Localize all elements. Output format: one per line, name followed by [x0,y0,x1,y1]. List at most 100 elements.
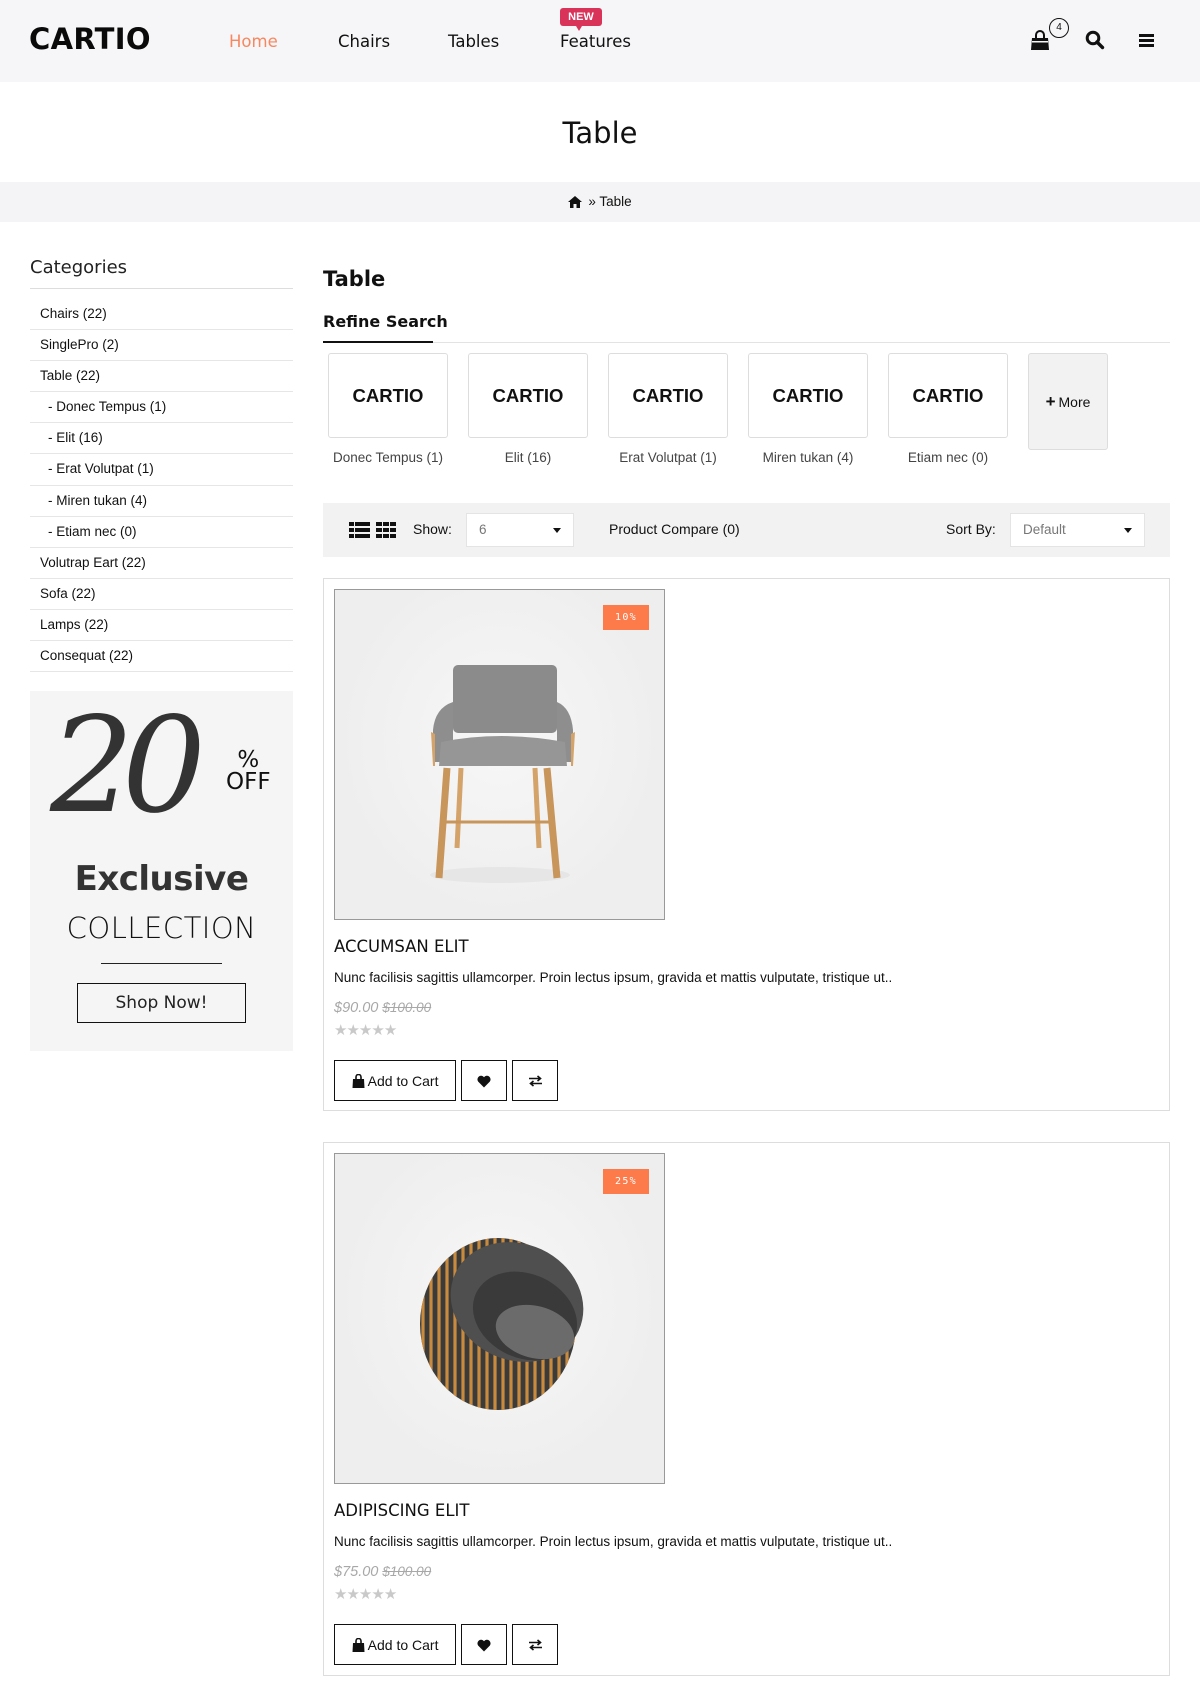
show-select[interactable]: 6 [466,513,574,547]
category-item[interactable]: SinglePro (2) [30,330,293,362]
divider [101,963,222,964]
subcategory-link[interactable]: Elit (16) [458,450,598,465]
exchange-icon [528,1638,542,1651]
nav-home[interactable]: Home [229,32,278,51]
category-item[interactable]: Lamps (22) [30,610,293,642]
search-icon[interactable] [1085,30,1107,52]
star-icon: ★ [346,1586,359,1603]
star-icon: ★ [334,1022,347,1039]
menu-icon[interactable] [1138,30,1160,52]
sort-label: Sort By: [946,521,996,537]
product-name[interactable]: ACCUMSAN ELIT [334,937,469,956]
subcategory-logo[interactable]: CARTIO [888,353,1008,438]
cart-count-badge: 4 [1049,18,1069,38]
product-name[interactable]: ADIPISCING ELIT [334,1501,469,1520]
shopping-bag-icon[interactable] [1030,30,1052,52]
subcategory-link[interactable]: Donec Tempus (1) [318,450,458,465]
nav-tables[interactable]: Tables [448,32,499,51]
breadcrumb-separator: » [588,194,596,209]
compare-button[interactable] [512,1624,558,1665]
product-image[interactable]: 25% [334,1153,665,1484]
star-icon: ★ [358,1586,372,1603]
wishlist-button[interactable] [461,1624,507,1665]
list-view-icon[interactable] [349,522,370,543]
rating-stars: ★★★★★ [334,1021,397,1039]
product-card: 25% ADIPISCING ELIT Nunc facilisis sagit… [323,1142,1170,1676]
grid-view-icon[interactable] [376,522,396,543]
promo-percent: % [237,747,260,773]
star-icon: ★ [358,1022,372,1039]
subcategory-link[interactable]: Etiam nec (0) [878,450,1018,465]
refine-search-heading: Refine Search [323,312,448,331]
subcategory-logo[interactable]: CARTIO [468,353,588,438]
promo-banner[interactable]: 20 % OFF Exclusive COLLECTION Shop Now! [30,691,293,1051]
sort-select[interactable]: Default [1010,513,1145,547]
exchange-icon [528,1074,542,1087]
site-header: CARTIO Home Chairs Tables NEW Features 4 [0,0,1200,82]
shopping-bag-icon [352,1637,365,1652]
product-description: Nunc facilisis sagittis ullamcorper. Pro… [334,1534,893,1549]
product-image[interactable]: 10% [334,589,665,920]
nav-features[interactable]: Features [560,32,631,51]
wishlist-button[interactable] [461,1060,507,1101]
subcategory-logo[interactable]: CARTIO [328,353,448,438]
current-price: $90.00 [334,1000,379,1016]
breadcrumb: » Table [0,182,1200,222]
star-icon: ★ [371,1586,384,1603]
home-icon[interactable] [568,196,583,211]
new-badge: NEW [560,8,602,31]
show-label: Show: [413,521,452,537]
page-title: Table [562,116,638,150]
heart-icon [477,1639,491,1651]
shop-now-button[interactable]: Shop Now! [77,983,246,1023]
old-price: $100.00 [382,1564,432,1579]
add-to-cart-button[interactable]: Add to Cart [334,1624,456,1665]
category-item[interactable]: Table (22) [30,361,293,393]
category-item[interactable]: Volutrap Eart (22) [30,548,293,579]
star-icon: ★ [346,1022,359,1039]
subcategory-item[interactable]: - Etiam nec (0) [30,517,293,548]
nav-chairs[interactable]: Chairs [338,32,390,51]
show-value: 6 [479,522,487,537]
categories-heading: Categories [30,257,128,278]
subcategory-link[interactable]: Erat Volutpat (1) [598,450,738,465]
product-price: $75.00 $100.00 [334,1564,431,1580]
subcategory-link[interactable]: Miren tukan (4) [738,450,878,465]
category-item[interactable]: Chairs (22) [30,299,293,331]
subcategory-item[interactable]: - Erat Volutpat (1) [30,454,293,486]
caret-down-icon [1124,528,1132,533]
subcategory-logo[interactable]: CARTIO [608,353,728,438]
promo-discount-number: 20 [50,689,206,843]
promo-headline: Exclusive [74,859,249,899]
add-to-cart-label: Add to Cart [367,1072,439,1089]
caret-down-icon [553,528,561,533]
breadcrumb-current[interactable]: Table [599,194,631,209]
promo-off: OFF [226,769,271,795]
page-title-band: Table [0,82,1200,182]
compare-button[interactable] [512,1060,558,1101]
star-icon: ★ [334,1586,347,1603]
category-item[interactable]: Consequat (22) [30,641,293,673]
plus-icon: + [1045,392,1056,411]
old-price: $100.00 [382,1000,432,1015]
product-compare-link[interactable]: Product Compare (0) [609,521,740,537]
discount-badge: 10% [603,605,649,630]
subcategory-item[interactable]: - Elit (16) [30,423,293,455]
more-subcategories-button[interactable]: + More [1028,353,1108,450]
promo-subline: COLLECTION [66,911,257,945]
site-logo[interactable]: CARTIO [29,22,151,56]
category-list: Chairs (22) SinglePro (2) Table (22) - D… [30,299,293,673]
promo-percent-off: % OFF [226,747,271,795]
subcategory-item[interactable]: - Donec Tempus (1) [30,392,293,424]
refine-underline [323,341,433,343]
divider [323,342,1170,343]
rating-stars: ★★★★★ [334,1585,397,1603]
current-price: $75.00 [334,1564,379,1580]
subcategory-item[interactable]: - Miren tukan (4) [30,486,293,517]
category-item[interactable]: Sofa (22) [30,579,293,610]
product-description: Nunc facilisis sagittis ullamcorper. Pro… [334,970,893,985]
subcategory-logo[interactable]: CARTIO [748,353,868,438]
product-toolbar: Show: 6 Product Compare (0) Sort By: Def… [323,503,1170,557]
category-title: Table [323,267,386,291]
add-to-cart-button[interactable]: Add to Cart [334,1060,456,1101]
